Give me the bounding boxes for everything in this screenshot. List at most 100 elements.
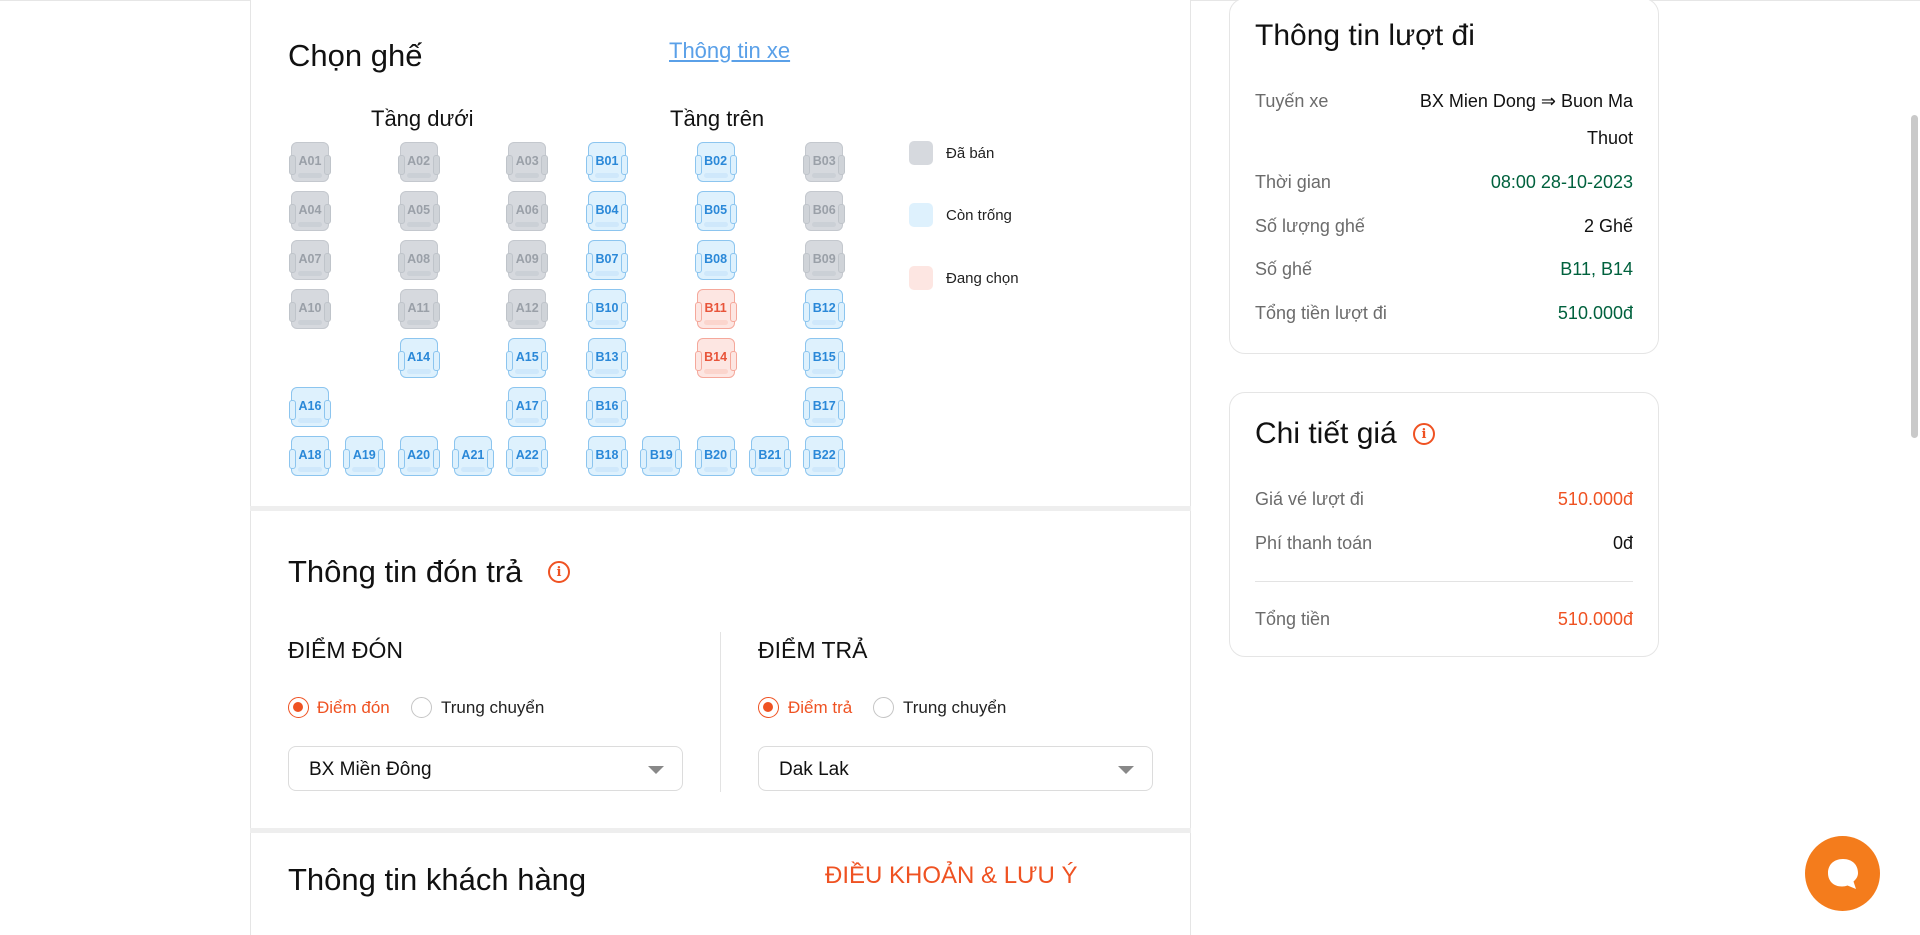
price-divider [1255,581,1633,582]
trip-total-value: 510.000đ [1557,303,1633,323]
seat-b03: B03 [803,142,846,182]
dropoff-shuttle-radio[interactable] [873,697,894,718]
seat-b02[interactable]: B02 [694,142,737,182]
seat-a21[interactable]: A21 [451,436,494,476]
trip-info-title: Thông tin lượt đi [1255,19,1475,52]
seat-backrest [406,467,431,472]
seat-code: B04 [595,203,619,217]
seat-backrest [406,369,431,374]
seat-b07[interactable]: B07 [586,240,628,280]
seat-code: B16 [595,399,619,413]
dropoff-point-label[interactable]: Điểm trả [788,698,852,718]
chat-bubble-icon [1827,858,1858,889]
seat-code: B10 [595,301,619,315]
legend-sold-swatch [909,141,933,165]
pickup-point-label[interactable]: Điểm đón [317,698,390,718]
seat-b16[interactable]: B16 [586,387,628,427]
seat-b04[interactable]: B04 [586,191,628,231]
seat-a16[interactable]: A16 [289,387,331,427]
seat-backrest [703,173,728,178]
seat-b15[interactable]: B15 [803,338,846,378]
seat-b09: B09 [803,240,846,280]
seat-backrest [298,173,322,178]
pickup-shuttle-radio[interactable] [411,697,432,718]
seat-code: B03 [812,154,836,168]
seat-b22[interactable]: B22 [803,436,846,476]
seat-b05[interactable]: B05 [694,191,737,231]
seat-a20[interactable]: A20 [397,436,440,476]
seat-backrest [703,467,728,472]
bus-info-link[interactable]: Thông tin xe [669,38,790,64]
seat-backrest [595,320,619,325]
seat-backrest [812,418,837,423]
dropoff-point-radio[interactable] [758,697,779,718]
seat-backrest [812,369,837,374]
page-scrollbar[interactable] [1911,115,1918,438]
seat-backrest [460,467,485,472]
legend-sold-label: Đã bán [946,145,995,162]
seat-backrest [812,222,837,227]
seat-code: B07 [595,252,619,266]
seat-code: B06 [812,203,836,217]
seat-b11[interactable]: B11 [694,289,737,329]
pickup-point-radio[interactable] [288,697,309,718]
seat-a17[interactable]: A17 [506,387,549,427]
seat-code: B19 [649,448,673,462]
seat-backrest [595,222,619,227]
seat-code: B17 [812,399,836,413]
seat-a18[interactable]: A18 [289,436,331,476]
dropoff-shuttle-label[interactable]: Trung chuyển [903,698,1006,718]
seat-b10[interactable]: B10 [586,289,628,329]
seat-section-title: Chọn ghế [288,38,423,73]
seat-backrest [515,369,540,374]
seat-a10: A10 [289,289,331,329]
pickup-location-select[interactable]: BX Miền Đông [288,746,683,791]
chat-button[interactable] [1805,836,1880,911]
seat-code: B21 [758,448,782,462]
seat-code: A17 [515,399,539,413]
terms-link[interactable]: ĐIỀU KHOẢN & LƯU Ý [825,862,1078,890]
seat-backrest [595,369,619,374]
seat-a14[interactable]: A14 [397,338,440,378]
seat-backrest [515,418,540,423]
trip-total-label: Tổng tiền lượt đi [1255,303,1387,323]
seat-backrest [703,271,728,276]
price-info-icon[interactable]: i [1413,423,1435,445]
seat-b01[interactable]: B01 [586,142,628,182]
seat-b14[interactable]: B14 [694,338,737,378]
seat-b19[interactable]: B19 [640,436,683,476]
seat-backrest [757,467,782,472]
seat-b17[interactable]: B17 [803,387,846,427]
seat-a12: A12 [506,289,549,329]
seat-code: A12 [515,301,539,315]
seat-b13[interactable]: B13 [586,338,628,378]
ticket-price-label: Giá vé lượt đi [1255,489,1364,509]
seat-a06: A06 [506,191,549,231]
seat-a19[interactable]: A19 [343,436,386,476]
seat-a22[interactable]: A22 [506,436,549,476]
pickup-section-title: Thông tin đón trả [288,554,523,589]
seat-backrest [515,173,540,178]
dropoff-location-select[interactable]: Dak Lak [758,746,1153,791]
route-value-line1: BX Mien Dong ⇒ Buon Ma [1419,91,1633,111]
seat-b20[interactable]: B20 [694,436,737,476]
seat-b18[interactable]: B18 [586,436,628,476]
seat-a15[interactable]: A15 [506,338,549,378]
seat-a02: A02 [397,142,440,182]
section-divider [250,828,1191,833]
legend-available-swatch [909,203,933,227]
pickup-info-icon[interactable]: i [548,561,570,583]
seat-b21[interactable]: B21 [748,436,791,476]
customer-section-title: Thông tin khách hàng [288,862,587,897]
seat-backrest [298,467,322,472]
seat-b08[interactable]: B08 [694,240,737,280]
seat-code: A20 [407,448,431,462]
time-label: Thời gian [1255,172,1331,192]
legend-selected-label: Đang chọn [946,270,1019,287]
seat-code: B08 [704,252,728,266]
pickup-shuttle-label[interactable]: Trung chuyển [441,698,544,718]
seat-code: A10 [298,301,322,315]
seat-b12[interactable]: B12 [803,289,846,329]
route-value-line2: Thuot [1586,128,1633,148]
seat-backrest [406,222,431,227]
